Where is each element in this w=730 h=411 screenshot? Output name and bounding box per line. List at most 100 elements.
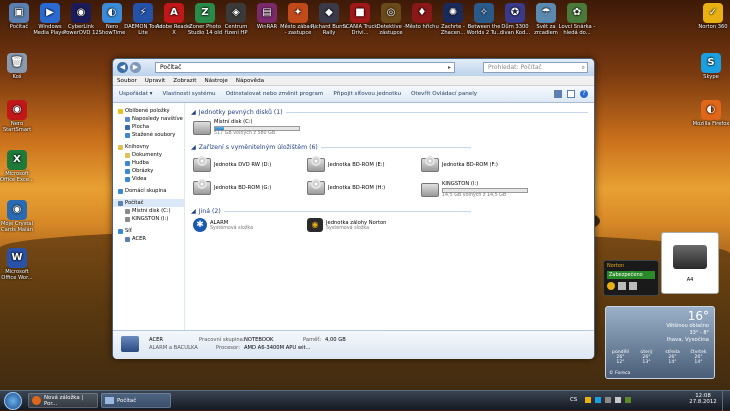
removable-drive-label: Jednotka BD-ROM (F:) xyxy=(442,162,498,168)
explorer-titlebar[interactable]: ◀ ▶ Počítač ▸ Prohledat: Počítač ⌕ xyxy=(113,59,594,76)
desktop-icon-norton[interactable]: ✓ Norton 360 xyxy=(694,3,730,30)
skype-icon: S xyxy=(701,53,721,73)
toolbar-button[interactable]: Připojit síťovou jednotku xyxy=(333,91,401,97)
norton-scan-icon[interactable] xyxy=(607,282,615,290)
menu-item[interactable]: Nástroje xyxy=(204,76,227,85)
address-bar[interactable]: Počítač ▸ xyxy=(155,62,455,73)
taskbar-firefox[interactable]: Nová záložka | Por... xyxy=(28,393,98,408)
menu-item[interactable]: Zobrazit xyxy=(173,76,196,85)
word-icon: W xyxy=(7,248,27,268)
desktop-icon-label: Mozilla Firefox xyxy=(692,121,730,127)
weather-hi-lo: 33° - 8° xyxy=(689,330,709,336)
menu-item[interactable]: Upravit xyxy=(145,76,165,85)
language-indicator[interactable]: CS xyxy=(570,397,577,403)
nav-item[interactable]: ACER xyxy=(113,235,184,243)
drive-c[interactable]: Místní disk (C:) 517 GB volných z 580 GB xyxy=(193,119,300,136)
weather-day-l: 14° xyxy=(694,360,703,365)
desktop-icon-excel[interactable]: X Microsoft Office Exce... xyxy=(0,150,36,183)
optical-drive-icon xyxy=(307,156,325,172)
network-icon[interactable] xyxy=(605,397,611,403)
address-text: Počítač xyxy=(160,64,182,71)
toolbar-button[interactable]: Odinstalovat nebo změnit program xyxy=(226,91,324,97)
removable-drive[interactable]: Jednotka DVD RW (D:) xyxy=(193,156,271,172)
toolbar-button[interactable]: Vlastnosti systému xyxy=(162,91,215,97)
desktop-icon-word[interactable]: W Microsoft Office Wor... xyxy=(0,248,36,281)
forward-button[interactable]: ▶ xyxy=(130,62,141,73)
nav-item[interactable]: Hudba xyxy=(113,159,184,167)
desktop-icon-firefox[interactable]: ◐ Mozilla Firefox xyxy=(692,100,730,127)
nero-icon: ◐ xyxy=(102,3,122,23)
removable-drive[interactable]: Jednotka BD-ROM (G:) xyxy=(193,179,271,195)
item-alarm[interactable]: ✱ ALARM Systémová složka xyxy=(193,218,253,232)
nav-item[interactable]: Síť xyxy=(113,227,184,235)
nav-item[interactable]: Oblíbené položky xyxy=(113,107,184,115)
nav-item[interactable]: Domácí skupina xyxy=(113,187,184,195)
nav-item[interactable]: Knihovny xyxy=(113,143,184,151)
wmp-icon: ▶ xyxy=(40,3,60,23)
taskbar-explorer[interactable]: Počítač xyxy=(101,393,171,408)
nav-item-label: Naposledy navštíve xyxy=(132,116,183,122)
optical-drive-icon xyxy=(307,179,325,195)
chevron-right-icon: ▸ xyxy=(447,64,451,71)
toolbar-button[interactable]: Otevřít Ovládací panely xyxy=(411,91,477,97)
removable-drive[interactable]: Jednotka BD-ROM (H:) xyxy=(307,179,385,195)
nav-item[interactable]: Plocha xyxy=(113,123,184,131)
nav-item[interactable]: Naposledy navštíve xyxy=(113,115,184,123)
battery-icon[interactable] xyxy=(625,397,631,403)
nav-item-icon xyxy=(125,116,130,122)
nav-item[interactable]: Stažené soubory xyxy=(113,131,184,139)
group-header-hdd[interactable]: ◢ Jednotky pevných disků (1) xyxy=(191,107,588,117)
nav-item[interactable]: KINGSTON (I:) xyxy=(113,215,184,223)
removable-drive[interactable]: Jednotka BD-ROM (E:) xyxy=(307,156,385,172)
clock[interactable]: 12:08 27.8.2012 xyxy=(688,393,718,405)
search-input[interactable]: Prohledat: Počítač ⌕ xyxy=(483,62,588,73)
back-button[interactable]: ◀ xyxy=(117,62,128,73)
skype-tray-icon[interactable] xyxy=(595,397,601,403)
desktop-icon-kos[interactable]: 🗑 Koš xyxy=(0,53,36,80)
nav-item[interactable]: Dokumenty xyxy=(113,151,184,159)
removable-drive[interactable]: Jednotka BD-ROM (F:) xyxy=(421,156,498,172)
desktop-icon-label: Skype xyxy=(703,74,719,80)
detective-icon: ◎ xyxy=(381,3,401,23)
centrum-icon: ◈ xyxy=(226,3,246,23)
nav-item[interactable]: Místní disk (C:) xyxy=(113,207,184,215)
group-header-removable[interactable]: ◢ Zařízení s vyměnitelným úložištěm (6) xyxy=(191,142,471,152)
nav-item[interactable]: Obrázky xyxy=(113,167,184,175)
norton-gadget[interactable]: Norton Zabezpečeno xyxy=(603,260,659,296)
view-options-icon[interactable] xyxy=(554,90,562,98)
weather-temp: 16° xyxy=(687,309,709,323)
desktop-icon-nero-start[interactable]: ◉ Nero StartSmart xyxy=(0,100,36,133)
item-norton-backup[interactable]: ◉ Jednotka zálohy Norton Systémová složka xyxy=(307,218,386,232)
desktop-icon-photo[interactable]: ◉ Moje Crystal Cards Malán xyxy=(0,200,36,233)
desktop-icon-skype[interactable]: S Skype xyxy=(692,53,730,80)
menu-item[interactable]: Soubor xyxy=(117,76,137,85)
details-computer-sub: ALARM a BACULKA xyxy=(149,345,198,351)
start-button[interactable] xyxy=(4,392,22,410)
details-group-value: NOTEBOOK xyxy=(244,337,274,343)
desktop-icon-label: Norton 360 xyxy=(698,24,728,30)
weather-day: úterý 26° 13° xyxy=(635,350,658,365)
printer-gadget[interactable]: A4 xyxy=(661,232,719,294)
explorer-window[interactable]: ◀ ▶ Počítač ▸ Prohledat: Počítač ⌕ Soubo… xyxy=(112,58,595,359)
volume-icon[interactable] xyxy=(615,397,621,403)
nav-item-label: Obrázky xyxy=(132,168,154,174)
preview-pane-icon[interactable] xyxy=(567,90,575,98)
toolbar-button[interactable]: Uspořádat ▾ xyxy=(119,91,152,97)
weather-gadget[interactable]: 16° Většinou oblačno 33° - 8° Ihava, Vys… xyxy=(605,306,715,379)
nav-item[interactable]: Počítač xyxy=(113,199,184,207)
group-header-other[interactable]: ◢ Jiná (2) xyxy=(191,206,471,216)
menu-item[interactable]: Nápověda xyxy=(236,76,264,85)
removable-drive[interactable]: KINGSTON (I:) 14,5 GB volných z 14,5 GB xyxy=(421,181,528,198)
printer-icon xyxy=(673,245,707,269)
zachrte-icon: ✺ xyxy=(443,3,463,23)
nav-item[interactable]: Videa xyxy=(113,175,184,183)
help-icon[interactable]: ? xyxy=(580,90,588,98)
desktop-icon-lovci[interactable]: ✿ Lovci Snárka - hledá do... xyxy=(558,3,596,36)
menu-bar: Soubor Upravit Zobrazit Nástroje Nápověda xyxy=(113,76,594,86)
nav-item-icon xyxy=(125,216,130,222)
show-desktop-button[interactable] xyxy=(722,391,730,411)
norton-backup-icon[interactable] xyxy=(629,282,637,290)
desktop-icon-label: Moje Crystal Cards Malán xyxy=(0,221,34,233)
norton-tray-icon[interactable] xyxy=(585,397,591,403)
norton-settings-icon[interactable] xyxy=(618,282,626,290)
